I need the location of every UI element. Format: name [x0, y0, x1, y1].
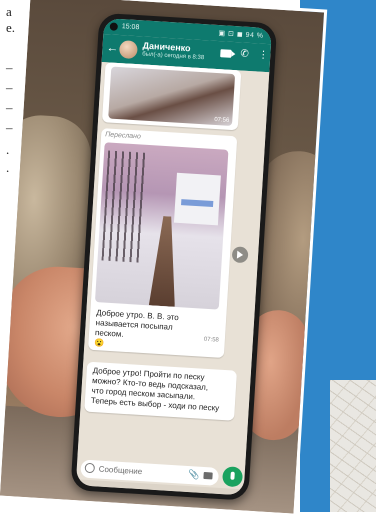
- contact-last-seen: был(-а) сегодня в 8:38: [141, 51, 205, 62]
- menu-icon[interactable]: ⋮: [258, 50, 269, 62]
- article-text-fragment: .: [6, 160, 10, 175]
- phone-call-icon[interactable]: ✆: [240, 48, 249, 59]
- status-time: 15:08: [121, 23, 140, 32]
- snow-path-photo[interactable]: [94, 142, 229, 310]
- camera-icon[interactable]: [203, 471, 213, 480]
- status-indicators: ▣ ⊡ ◼ 94 %: [218, 30, 264, 40]
- photo: 15:08 ▣ ⊡ ◼ 94 % ← Даниченко был(-а) сег…: [0, 0, 328, 517]
- article-text-fragment: .: [6, 142, 10, 157]
- photo-trees: [101, 150, 149, 263]
- image-message[interactable]: 07:56: [101, 62, 242, 131]
- photo-sand-path: [149, 215, 180, 306]
- map-fragment: [330, 380, 376, 512]
- attach-icon[interactable]: 📎: [188, 469, 200, 481]
- share-icon[interactable]: [231, 246, 249, 264]
- message-input-placeholder: Сообщение: [98, 464, 143, 477]
- contact-avatar[interactable]: [118, 40, 138, 60]
- forwarded-message[interactable]: Переслано Доброе утро. В. В. это называе…: [88, 128, 238, 358]
- back-icon[interactable]: ←: [106, 40, 119, 55]
- article-text-fragment: –: [6, 100, 13, 115]
- phone-screen: 15:08 ▣ ⊡ ◼ 94 % ← Даниченко был(-а) сег…: [75, 18, 272, 496]
- front-camera: [109, 22, 119, 31]
- forwarded-label: Переслано: [104, 131, 142, 141]
- chat-area: 07:56 Переслано Доброе утро. В. В. это н…: [77, 61, 270, 466]
- video-call-icon[interactable]: [220, 49, 232, 58]
- article-text-fragment: –: [6, 60, 13, 75]
- message-time: 07:56: [214, 116, 230, 124]
- article-text-fragment: а: [6, 4, 12, 19]
- smartphone: 15:08 ▣ ⊡ ◼ 94 % ← Даниченко был(-а) сег…: [70, 12, 278, 501]
- snow-photo: 07:56: [108, 66, 236, 127]
- photo-building: [173, 172, 221, 226]
- message-time: 07:58: [203, 336, 220, 344]
- message-reaction[interactable]: 😮: [94, 338, 104, 348]
- article-text-fragment: е.: [6, 20, 16, 35]
- emoji-icon[interactable]: [84, 462, 96, 474]
- article-text-fragment: –: [6, 120, 13, 135]
- text-message[interactable]: Доброе утро! Пройти по песку можно? Кто-…: [84, 361, 238, 421]
- article-text-fragment: –: [6, 80, 13, 95]
- mic-icon[interactable]: [221, 466, 244, 488]
